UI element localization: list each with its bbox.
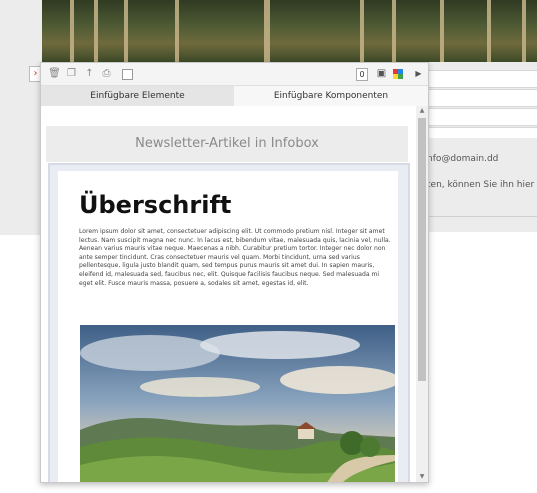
select-checkbox[interactable] xyxy=(122,69,133,80)
infobox-component[interactable]: Überschrift Lorem ipsum dolor sit amet, … xyxy=(48,163,410,482)
expand-icon[interactable]: ▶ xyxy=(412,67,425,80)
article-paragraph: Lorem ipsum dolor sit amet, consectetuer… xyxy=(79,228,391,287)
header-vineyard-image xyxy=(42,0,537,62)
newsletter-article-card: Überschrift Lorem ipsum dolor sit amet, … xyxy=(58,171,398,482)
page-form-area: nfo@domain.dd ten, können Sie ihn hier a… xyxy=(427,62,537,232)
trash-icon[interactable]: 🗑 xyxy=(48,67,61,80)
hint-text: ten, können Sie ihn hier al xyxy=(427,180,537,190)
form-field[interactable] xyxy=(427,70,537,88)
tab-einfuegbare-elemente[interactable]: Einfügbare Elemente xyxy=(41,86,234,106)
email-text: nfo@domain.dd xyxy=(427,154,499,164)
print-icon[interactable]: ⎙ xyxy=(100,67,113,80)
clipboard-counter: 0 xyxy=(356,68,368,81)
component-title: Newsletter-Artikel in Infobox xyxy=(135,136,319,151)
scroll-up-icon[interactable]: ▲ xyxy=(416,106,428,116)
scroll-thumb[interactable] xyxy=(418,118,426,381)
panel-tabs: Einfügbare Elemente Einfügbare Komponent… xyxy=(41,86,428,106)
color-palette-icon[interactable] xyxy=(393,69,403,79)
scroll-down-icon[interactable]: ▼ xyxy=(416,472,428,482)
clipboard-icon[interactable]: ▣ xyxy=(375,67,388,80)
panel-toolbar: 🗑 ❐ ↑ ⎙ 0 ▣ ▶ xyxy=(41,63,428,86)
page-left-margin xyxy=(0,0,42,235)
form-field[interactable] xyxy=(427,127,537,138)
article-heading: Überschrift xyxy=(79,191,232,219)
move-up-icon[interactable]: ↑ xyxy=(83,67,96,80)
copy-icon[interactable]: ❐ xyxy=(65,67,78,80)
vertical-scrollbar[interactable]: ▲ ▼ xyxy=(416,106,428,482)
component-preview-area: Newsletter-Artikel in Infobox Überschrif… xyxy=(41,106,416,482)
tab-einfuegbare-komponenten[interactable]: Einfügbare Komponenten xyxy=(234,86,428,106)
component-header[interactable]: Newsletter-Artikel in Infobox xyxy=(46,126,408,162)
form-field[interactable] xyxy=(427,89,537,107)
form-field[interactable] xyxy=(427,108,537,126)
insert-elements-panel: 🗑 ❐ ↑ ⎙ 0 ▣ ▶ Einfügbare Elemente Einfüg… xyxy=(40,62,429,483)
landscape-photo xyxy=(80,325,395,482)
